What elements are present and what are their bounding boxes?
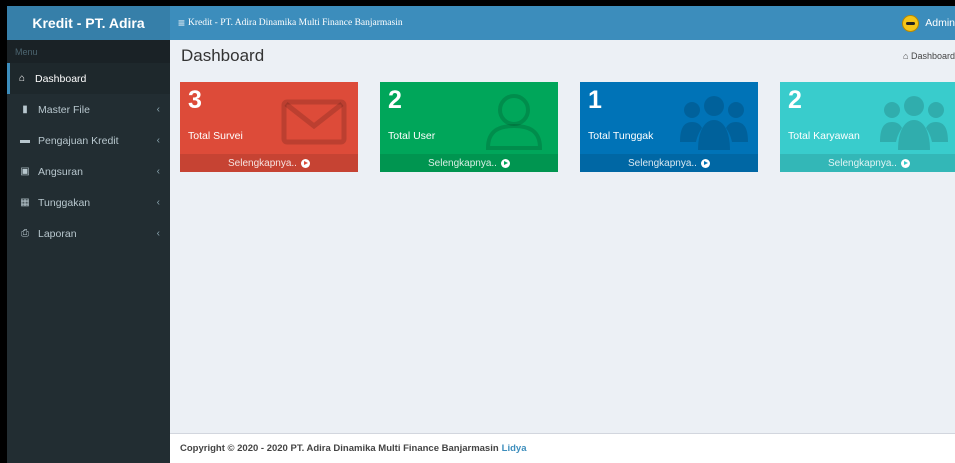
arrow-circle-right-icon <box>900 158 910 168</box>
print-icon: ⎙ <box>21 228 29 239</box>
more-info-label: Selengkapnya.. <box>228 157 297 169</box>
box-value: 2 <box>388 86 402 114</box>
home-icon: ⌂ <box>903 51 909 61</box>
sidebar-item-label: Tunggakan <box>38 196 91 209</box>
breadcrumb-item: Dashboard <box>910 51 955 61</box>
more-info-link[interactable]: Selengkapnya.. <box>780 154 955 172</box>
more-info-link[interactable]: Selengkapnya.. <box>180 154 358 172</box>
user-icon <box>485 94 543 150</box>
box-value: 1 <box>588 86 602 114</box>
top-navbar: ≡ Kredit - PT. Adira Dinamika Multi Fina… <box>170 6 955 40</box>
more-info-label: Selengkapnya.. <box>828 157 897 169</box>
home-icon: ⌂ <box>18 73 26 84</box>
sidebar-item-tunggakan[interactable]: ▦ Tunggakan ‹ <box>7 187 170 218</box>
content-wrapper: Dashboard ⌂ Dashboard 3 Total Survei Sel… <box>170 40 955 433</box>
box-value: 2 <box>788 86 802 114</box>
sidebar-item-pengajuan-kredit[interactable]: ▬ Pengajuan Kredit ‹ <box>7 125 170 156</box>
arrow-circle-right-icon <box>500 158 510 168</box>
sidebar-item-label: Laporan <box>38 227 77 240</box>
sidebar-item-label: Master File <box>38 103 90 116</box>
box-label: Total Tunggak <box>588 130 654 142</box>
sidebar-item-dashboard[interactable]: ⌂ Dashboard <box>7 63 170 94</box>
sidebar-menu-header: Menu <box>7 40 170 63</box>
small-box-total-user: 2 Total User Selengkapnya.. <box>380 82 558 172</box>
users-icon <box>680 96 748 150</box>
users-icon <box>880 96 948 150</box>
sidebar-item-angsuran[interactable]: ▣ Angsuran ‹ <box>7 156 170 187</box>
author-link[interactable]: Lidya <box>502 443 527 454</box>
more-info-label: Selengkapnya.. <box>628 157 697 169</box>
chevron-left-icon: ‹ <box>156 104 160 115</box>
box-label: Total Karyawan <box>788 130 860 142</box>
envelope-icon <box>281 99 347 145</box>
arrow-circle-right-icon <box>300 158 310 168</box>
calendar-icon: ▦ <box>20 197 30 208</box>
sidebar-item-master-file[interactable]: ▮ Master File ‹ <box>7 94 170 125</box>
more-info-link[interactable]: Selengkapnya.. <box>580 154 758 172</box>
box-label: Total Survei <box>188 130 243 142</box>
money-icon: ▣ <box>20 166 30 177</box>
avatar <box>902 14 920 32</box>
file-icon: ▮ <box>22 104 28 115</box>
sidebar-item-laporan[interactable]: ⎙ Laporan ‹ <box>7 218 170 249</box>
breadcrumb[interactable]: ⌂ Dashboard <box>903 51 955 61</box>
user-name: Admin <box>925 17 955 29</box>
chevron-left-icon: ‹ <box>156 166 160 177</box>
box-value: 3 <box>188 86 202 114</box>
arrow-circle-right-icon <box>700 158 710 168</box>
more-info-link[interactable]: Selengkapnya.. <box>380 154 558 172</box>
small-box-total-karyawan: 2 Total Karyawan Selengkapnya.. <box>780 82 955 172</box>
copyright-text: Copyright © 2020 - 2020 PT. Adira Dinami… <box>180 443 499 454</box>
credit-card-icon: ▬ <box>20 135 30 146</box>
navbar-title: Kredit - PT. Adira Dinamika Multi Financ… <box>188 18 403 28</box>
main-footer: Copyright © 2020 - 2020 PT. Adira Dinami… <box>170 433 955 463</box>
small-box-total-survei: 3 Total Survei Selengkapnya.. <box>180 82 358 172</box>
page-title: Dashboard <box>181 46 265 65</box>
sidebar-toggle-icon[interactable]: ≡ <box>178 16 185 30</box>
sidebar-item-label: Angsuran <box>38 165 83 178</box>
chevron-left-icon: ‹ <box>156 197 160 208</box>
brand-logo[interactable]: Kredit - PT. Adira <box>7 6 170 40</box>
more-info-label: Selengkapnya.. <box>428 157 497 169</box>
app-window: Kredit - PT. Adira ≡ Kredit - PT. Adira … <box>7 6 955 463</box>
sidebar-item-label: Pengajuan Kredit <box>38 134 119 147</box>
chevron-left-icon: ‹ <box>156 135 160 146</box>
box-label: Total User <box>388 130 436 142</box>
small-box-total-tunggak: 1 Total Tunggak Selengkapnya.. <box>580 82 758 172</box>
chevron-left-icon: ‹ <box>156 228 160 239</box>
user-menu[interactable]: Admin <box>902 14 955 32</box>
sidebar-item-label: Dashboard <box>35 72 87 85</box>
sidebar: Menu ⌂ Dashboard ▮ Master File ‹ ▬ Penga… <box>7 40 170 463</box>
content-header: Dashboard ⌂ Dashboard <box>170 40 955 72</box>
main-header: Kredit - PT. Adira ≡ Kredit - PT. Adira … <box>7 6 955 40</box>
stat-boxes: 3 Total Survei Selengkapnya.. 2 Total Us… <box>180 82 955 172</box>
